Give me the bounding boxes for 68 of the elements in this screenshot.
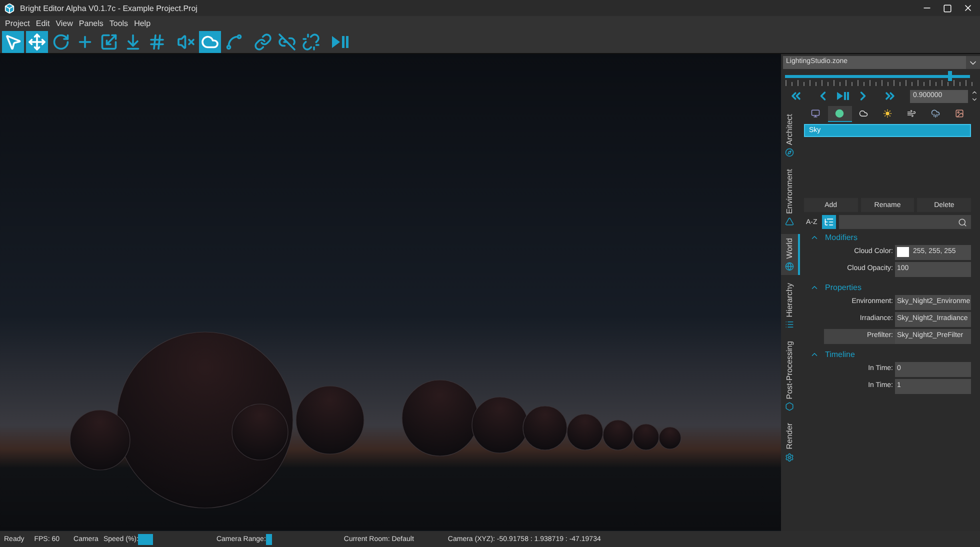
section-title: Modifiers	[825, 233, 858, 242]
tool-link-add-button[interactable]	[252, 30, 274, 52]
app-logo-icon	[4, 2, 15, 14]
section-title: Properties	[825, 283, 862, 292]
scale-icon	[100, 32, 118, 50]
close-icon	[963, 3, 973, 13]
sphere-icon	[835, 109, 844, 118]
link-remove-icon	[278, 32, 296, 50]
world-tab-icon	[785, 262, 794, 271]
menu-item[interactable]: View	[52, 18, 76, 28]
collapse-icon[interactable]	[810, 283, 819, 292]
hierarchy-tab-icon	[785, 320, 794, 330]
collapse-icon[interactable]	[810, 233, 819, 242]
pointer-icon	[4, 32, 22, 50]
double-chevron-left-icon	[789, 89, 803, 103]
double-chevron-right-icon	[883, 89, 897, 103]
sun-icon	[883, 109, 892, 118]
move-icon	[28, 32, 46, 50]
menu-item[interactable]: Panels	[76, 18, 106, 28]
environment-tab-icon	[785, 217, 794, 226]
side-tab[interactable]: Render	[781, 419, 800, 466]
grid-icon	[148, 32, 166, 50]
path-icon	[225, 32, 243, 50]
menu-item[interactable]: Tools	[106, 18, 132, 28]
speed-meter	[138, 534, 154, 544]
side-tab[interactable]: Post-Processing	[781, 337, 800, 416]
side-tab[interactable]: World	[781, 234, 800, 275]
side-tab[interactable]: Hierarchy	[781, 278, 800, 334]
range-meter	[266, 534, 272, 544]
search-icon	[958, 218, 967, 226]
tool-move-button[interactable]	[26, 30, 48, 52]
link-add-icon	[254, 32, 272, 50]
screen-icon	[811, 109, 820, 118]
wind-icon	[906, 109, 916, 118]
search-field[interactable]	[839, 215, 971, 229]
list-view-button[interactable]	[822, 215, 836, 229]
unlink-icon	[302, 32, 320, 50]
maximize-icon	[943, 4, 952, 12]
architect-tab-icon	[785, 148, 794, 158]
spinner-icon[interactable]	[971, 89, 978, 103]
cloud-icon	[859, 109, 868, 118]
side-tab[interactable]: Architect	[781, 110, 800, 162]
sphere-tab[interactable]	[828, 106, 852, 122]
play-pause-icon	[837, 91, 849, 101]
post-tab-icon	[785, 402, 794, 412]
rain-icon	[930, 109, 940, 118]
tool-link-remove-button[interactable]	[276, 30, 298, 52]
menu-item[interactable]: Edit	[32, 18, 53, 28]
slider-thumb[interactable]	[948, 71, 952, 81]
color-swatch[interactable]	[897, 247, 909, 257]
window-title: Bright Editor Alpha V0.1.7c - Example Project.Proj	[20, 4, 198, 12]
dropdown-button[interactable]	[966, 56, 980, 69]
tool-cloud-button[interactable]	[199, 30, 221, 52]
render-tab-icon	[785, 452, 794, 462]
section-title: Timeline	[825, 350, 855, 359]
portrait-icon	[954, 109, 964, 118]
play-pause-icon	[331, 34, 349, 48]
menu-item[interactable]: Project	[2, 18, 33, 28]
tool-pointer-button[interactable]	[2, 30, 24, 52]
list-icon	[824, 217, 834, 227]
play-pause-button[interactable]	[835, 91, 851, 101]
collapse-icon[interactable]	[810, 350, 819, 359]
menu-item[interactable]: Help	[131, 18, 154, 28]
side-tab[interactable]: Environment	[781, 165, 800, 230]
download-icon	[124, 32, 142, 50]
mute-icon	[177, 32, 195, 50]
rotate-icon	[52, 32, 70, 50]
tool-unlink-button[interactable]	[300, 30, 322, 52]
